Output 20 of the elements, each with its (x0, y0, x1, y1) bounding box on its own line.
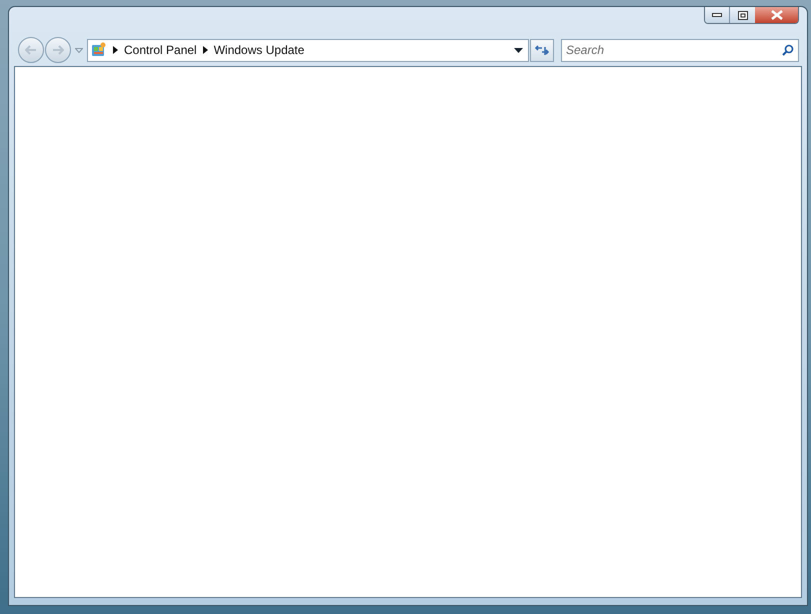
minimize-icon (712, 13, 722, 17)
minimize-button[interactable] (705, 7, 730, 23)
refresh-button[interactable] (530, 38, 554, 62)
back-arrow-icon (25, 45, 37, 55)
refresh-arrows-icon (535, 44, 549, 56)
search-placeholder: Search (566, 42, 606, 59)
address-bar[interactable]: Control Panel Windows Update (87, 38, 529, 62)
close-button[interactable] (755, 7, 798, 23)
breadcrumb-arrow-icon[interactable] (113, 46, 118, 54)
breadcrumb-item[interactable]: Control Panel (124, 41, 197, 59)
maximize-button[interactable] (730, 7, 755, 23)
close-icon (770, 10, 782, 20)
search-field[interactable]: Search (561, 38, 799, 62)
dropdown-arrow-icon[interactable] (514, 48, 523, 52)
control-panel-icon (91, 42, 107, 58)
forward-arrow-icon (52, 45, 64, 55)
breadcrumb-item[interactable]: Windows Update (214, 41, 304, 59)
search-icon (782, 44, 794, 56)
breadcrumb-arrow-icon[interactable] (202, 46, 208, 54)
maximize-icon (738, 10, 748, 20)
